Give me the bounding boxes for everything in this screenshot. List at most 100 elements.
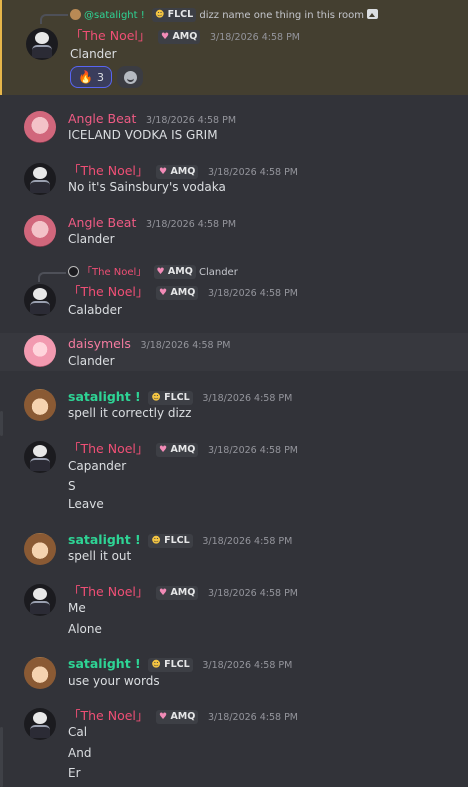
avatar[interactable] — [24, 584, 56, 616]
avatar[interactable] — [24, 657, 56, 689]
reply-text: Clander — [198, 267, 238, 278]
fire-icon: 🔥 — [78, 70, 93, 84]
avatar[interactable] — [24, 284, 56, 316]
avatar[interactable] — [26, 28, 58, 60]
reply-connector — [40, 14, 68, 24]
message-header: satalight ! ☻ FLCL 3/18/2026 4:58 PM — [68, 532, 292, 549]
message[interactable]: 「The Noel」 ♥ AMQ 3/18/2026 4:58 PM No it… — [0, 160, 468, 202]
image-icon — [367, 9, 379, 19]
author-name[interactable]: Angle Beat — [68, 111, 136, 126]
timestamp: 3/18/2026 4:58 PM — [207, 588, 298, 599]
message-text: Capander — [68, 459, 127, 473]
reply-author[interactable]: 「The Noel」 — [82, 267, 146, 278]
message-text: Calabder — [68, 303, 122, 317]
message[interactable]: daisymels 3/18/2026 4:58 PM Clander — [0, 333, 468, 371]
reply-author[interactable]: @satalight ! — [84, 10, 145, 21]
role-tag: ♥ AMQ — [156, 710, 199, 724]
reaction-count: 3 — [96, 70, 104, 84]
message[interactable]: satalight ! ☻ FLCL 3/18/2026 4:58 PM spe… — [0, 530, 468, 572]
author-name[interactable]: 「The Noel」 — [68, 284, 148, 299]
author-name[interactable]: daisymels — [68, 336, 131, 351]
author-name[interactable]: Angle Beat — [68, 215, 136, 230]
reaction-fire[interactable]: 🔥 3 — [70, 66, 112, 88]
message[interactable]: Angle Beat 3/18/2026 4:58 PM Clander — [0, 212, 468, 254]
author-name[interactable]: 「The Noel」 — [68, 708, 148, 723]
role-tag: ♥ AMQ — [156, 286, 199, 300]
message[interactable]: satalight ! ☻ FLCL 3/18/2026 4:58 PM use… — [0, 654, 468, 696]
message-text: Clander — [68, 232, 115, 246]
message-header: Angle Beat 3/18/2026 4:58 PM — [68, 215, 236, 232]
avatar[interactable] — [24, 111, 56, 143]
message[interactable]: 「The Noel」 ♥ AMQ 3/18/2026 4:58 PM Capan… — [0, 438, 468, 518]
message-header: 「The Noel」 ♥ AMQ 3/18/2026 4:58 PM — [68, 584, 298, 601]
message-text: ICELAND VODKA IS GRIM — [68, 128, 218, 142]
author-name[interactable]: 「The Noel」 — [68, 584, 148, 599]
message[interactable]: 「The Noel」 ♥ AMQ Clander 「The Noel」 ♥ AM… — [0, 262, 468, 326]
reply-avatar — [70, 9, 81, 20]
author-name[interactable]: satalight ! — [68, 389, 141, 404]
role-tag: ♥ AMQ — [158, 30, 201, 44]
timestamp: 3/18/2026 4:58 PM — [207, 712, 298, 723]
smile-icon — [123, 70, 137, 84]
author-name[interactable]: satalight ! — [68, 656, 141, 671]
timestamp: 3/18/2026 4:58 PM — [207, 288, 298, 299]
author-name[interactable]: 「The Noel」 — [68, 441, 148, 456]
message-text: Me — [68, 601, 86, 615]
avatar[interactable] — [24, 708, 56, 740]
timestamp: 3/18/2026 4:58 PM — [202, 393, 293, 404]
timestamp: 3/18/2026 4:58 PM — [207, 167, 298, 178]
scroll-rail[interactable] — [0, 411, 3, 436]
scroll-rail[interactable] — [0, 727, 3, 787]
author-name[interactable]: 「The Noel」 — [70, 28, 150, 43]
avatar[interactable] — [24, 215, 56, 247]
author-name[interactable]: satalight ! — [68, 532, 141, 547]
timestamp: 3/18/2026 4:58 PM — [146, 219, 237, 230]
message-header: 「The Noel」 ♥ AMQ 3/18/2026 4:58 PM — [68, 163, 298, 180]
timestamp: 3/18/2026 4:58 PM — [209, 32, 300, 43]
reply-connector — [38, 272, 66, 282]
message-text: Clander — [68, 354, 115, 368]
avatar[interactable] — [24, 533, 56, 565]
reply-preview[interactable]: 「The Noel」 ♥ AMQ Clander — [68, 265, 238, 280]
role-tag: ☻ FLCL — [148, 534, 193, 548]
avatar[interactable] — [24, 335, 56, 367]
timestamp: 3/18/2026 4:58 PM — [146, 115, 237, 126]
message-text: Leave — [68, 497, 104, 511]
avatar[interactable] — [24, 441, 56, 473]
message[interactable]: satalight ! ☻ FLCL 3/18/2026 4:58 PM spe… — [0, 386, 468, 428]
message-header: 「The Noel」 ♥ AMQ 3/18/2026 4:58 PM — [68, 441, 298, 458]
message-text: And — [68, 746, 92, 760]
add-reaction-button[interactable] — [117, 66, 143, 88]
message[interactable]: 「The Noel」 ♥ AMQ 3/18/2026 4:58 PM Me Al… — [0, 581, 468, 641]
message-header: Angle Beat 3/18/2026 4:58 PM — [68, 111, 236, 128]
message-text: No it's Sainsbury's vodaka — [68, 180, 226, 194]
message-text: Alone — [68, 622, 102, 636]
author-name[interactable]: 「The Noel」 — [68, 163, 148, 178]
message-text: Er — [68, 766, 81, 780]
message[interactable]: 「The Noel」 ♥ AMQ 3/18/2026 4:58 PM Cal A… — [0, 705, 468, 787]
message-text: S — [68, 479, 76, 493]
timestamp: 3/18/2026 4:58 PM — [140, 340, 231, 351]
timestamp: 3/18/2026 4:58 PM — [202, 536, 293, 547]
message-text: use your words — [68, 674, 160, 688]
message-highlighted[interactable]: @satalight ! ☻ FLCL dizz name one thing … — [0, 0, 468, 95]
message-header: 「The Noel」 ♥ AMQ 3/18/2026 4:58 PM — [68, 284, 298, 301]
message-text: Clander — [70, 47, 117, 61]
role-tag: ☻ FLCL — [148, 391, 193, 405]
reply-role-tag: ☻ FLCL — [151, 8, 197, 22]
message-header: satalight ! ☻ FLCL 3/18/2026 4:58 PM — [68, 389, 292, 406]
reply-text: dizz name one thing in this room — [199, 10, 365, 21]
reply-preview[interactable]: @satalight ! ☻ FLCL dizz name one thing … — [70, 8, 379, 23]
role-tag: ♥ AMQ — [156, 586, 199, 600]
timestamp: 3/18/2026 4:58 PM — [207, 445, 298, 456]
message[interactable]: Angle Beat 3/18/2026 4:58 PM ICELAND VOD… — [0, 108, 468, 150]
avatar[interactable] — [24, 389, 56, 421]
message-text: spell it correctly dizz — [68, 406, 192, 420]
reply-avatar — [68, 266, 79, 277]
timestamp: 3/18/2026 4:58 PM — [202, 660, 293, 671]
role-tag: ☻ FLCL — [148, 658, 193, 672]
message-header: satalight ! ☻ FLCL 3/18/2026 4:58 PM — [68, 656, 292, 673]
avatar[interactable] — [24, 163, 56, 195]
role-tag: ♥ AMQ — [156, 165, 199, 179]
message-header: daisymels 3/18/2026 4:58 PM — [68, 336, 231, 353]
